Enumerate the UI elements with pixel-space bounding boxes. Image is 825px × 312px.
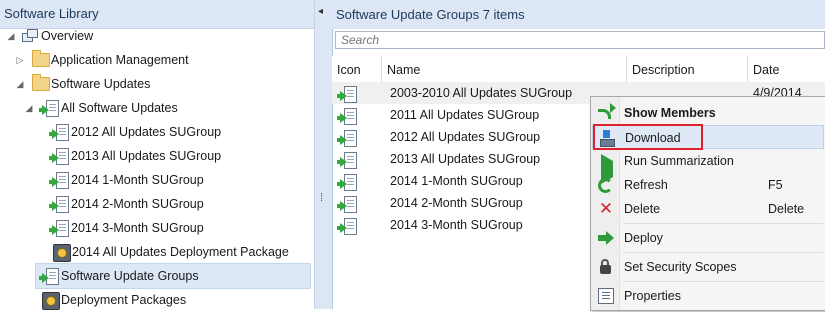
- folder-icon: [32, 74, 50, 91]
- menu-item-label: Deploy: [624, 231, 663, 245]
- menu-item-label: Delete: [624, 202, 661, 216]
- pane-splitter[interactable]: [314, 0, 333, 309]
- tree-item-2014-2-month-sugroup[interactable]: 2014 2-Month SUGroup: [0, 192, 314, 216]
- software-update-group-icon: [337, 218, 357, 235]
- row-name: 2012 All Updates SUGroup: [390, 130, 541, 144]
- menu-item-label: Set Security Scopes: [624, 260, 737, 274]
- menu-item-shortcut: F5: [768, 178, 783, 192]
- tree-item-label: 2014 1-Month SUGroup: [71, 173, 204, 187]
- expand-collapse-icon[interactable]: ◢: [6, 24, 16, 48]
- menu-item-shortcut: Delete: [768, 202, 805, 216]
- tree-item-label: 2014 2-Month SUGroup: [71, 197, 204, 211]
- tree-item-2012-all-updates-sugroup[interactable]: 2012 All Updates SUGroup: [0, 120, 314, 144]
- row-name: 2011 All Updates SUGroup: [390, 108, 540, 122]
- tree-item-deployment-packages[interactable]: Deployment Packages: [0, 288, 314, 312]
- menu-item-set-security-scopes[interactable]: Set Security Scopes: [592, 255, 824, 279]
- menu-separator: [623, 281, 823, 282]
- software-update-group-icon: [49, 172, 69, 189]
- software-update-group-icon: [337, 86, 357, 103]
- software-update-group-icon: [49, 124, 69, 141]
- tree-item-all-software-updates[interactable]: ◢ All Software Updates: [0, 96, 314, 120]
- software-update-group-icon: [337, 196, 357, 213]
- menu-item-run-summarization[interactable]: Run Summarization: [592, 149, 824, 184]
- column-header-name[interactable]: Name: [382, 56, 627, 82]
- software-update-group-icon: [337, 152, 357, 169]
- row-name: 2014 2-Month SUGroup: [390, 196, 523, 210]
- collapse-icon[interactable]: ◢: [24, 96, 34, 120]
- lock-icon: [598, 259, 614, 275]
- software-update-group-icon: [337, 108, 357, 125]
- column-header-date-created[interactable]: Date Created: [748, 56, 825, 105]
- search-input[interactable]: [335, 31, 825, 49]
- menu-separator: [623, 223, 823, 224]
- software-update-group-icon: [39, 268, 59, 285]
- deploy-icon: [598, 230, 614, 246]
- tree-item-label: 2014 All Updates Deployment Package: [72, 245, 289, 259]
- tree-item-label: All Software Updates: [61, 101, 178, 115]
- navigation-title: Software Library: [4, 6, 99, 21]
- software-update-group-icon: [337, 130, 357, 147]
- column-header-icon[interactable]: Icon: [332, 56, 382, 82]
- menu-item-refresh[interactable]: Refresh F5: [592, 173, 824, 197]
- navigation-pane: Software Library ◢ Overview ▷ Applicatio…: [0, 0, 314, 312]
- collapse-pane-icon[interactable]: ◂: [318, 6, 323, 17]
- highlight-annotation-box: [593, 124, 703, 150]
- show-members-icon: [598, 105, 614, 121]
- tree-item-2014-3-month-sugroup[interactable]: 2014 3-Month SUGroup: [0, 216, 314, 240]
- refresh-icon: [598, 178, 613, 193]
- tree-item-2014-1-month-sugroup[interactable]: 2014 1-Month SUGroup: [0, 168, 314, 192]
- menu-item-label: Properties: [624, 289, 681, 303]
- properties-icon: [598, 288, 614, 304]
- tree-item-label: Software Update Groups: [61, 269, 199, 283]
- menu-item-show-members[interactable]: Show Members: [592, 101, 824, 125]
- expand-icon[interactable]: ▷: [15, 48, 25, 72]
- software-update-group-icon: [49, 220, 69, 237]
- grid-header: Icon Name Description Date Created: [332, 56, 825, 105]
- row-name: 2014 3-Month SUGroup: [390, 218, 523, 232]
- menu-item-label: Run Summarization: [624, 154, 734, 168]
- tree-item-software-update-groups[interactable]: Software Update Groups: [35, 263, 311, 289]
- menu-item-label: Refresh: [624, 178, 668, 192]
- menu-separator: [623, 252, 823, 253]
- row-name: 2003-2010 All Updates SUGroup: [390, 86, 573, 100]
- delete-icon: ✕: [598, 199, 614, 218]
- tree-item-label: 2013 All Updates SUGroup: [71, 149, 222, 163]
- tree-item-label: 2012 All Updates SUGroup: [71, 125, 222, 139]
- tree-item-2013-all-updates-sugroup[interactable]: 2013 All Updates SUGroup: [0, 144, 314, 168]
- tree-item-label: Deployment Packages: [61, 293, 187, 307]
- tree-item-label: 2014 3-Month SUGroup: [71, 221, 204, 235]
- deployment-package-icon: [53, 244, 71, 262]
- menu-item-delete[interactable]: ✕ Delete Delete: [592, 197, 824, 221]
- deployment-package-icon: [42, 292, 60, 310]
- overview-icon: [22, 29, 38, 43]
- content-header: Software Update Groups 7 items: [332, 0, 825, 29]
- row-name: 2014 1-Month SUGroup: [390, 174, 523, 188]
- splitter-grip-icon[interactable]: ⁞: [320, 192, 323, 204]
- tree-item-application-management[interactable]: ▷ Application Management: [0, 48, 314, 72]
- folder-icon: [32, 50, 50, 67]
- tree-item-overview[interactable]: ◢ Overview: [0, 24, 314, 48]
- page-title: Software Update Groups 7 items: [336, 7, 525, 22]
- row-name: 2013 All Updates SUGroup: [390, 152, 541, 166]
- collapse-icon[interactable]: ◢: [15, 72, 25, 96]
- software-update-group-icon: [337, 174, 357, 191]
- menu-item-deploy[interactable]: Deploy: [592, 226, 824, 250]
- menu-item-label: Show Members: [624, 106, 716, 120]
- column-header-description[interactable]: Description: [627, 56, 748, 82]
- software-update-group-icon: [49, 196, 69, 213]
- tree-item-2014-all-updates-deployment-package[interactable]: 2014 All Updates Deployment Package: [0, 240, 314, 264]
- tree-item-label: Application Management: [51, 53, 189, 67]
- software-update-icon: [39, 100, 59, 117]
- tree-item-label: Overview: [41, 29, 94, 43]
- software-update-group-icon: [49, 148, 69, 165]
- menu-item-properties[interactable]: Properties: [592, 284, 824, 308]
- tree-item-label: Software Updates: [51, 77, 151, 91]
- tree-item-software-updates[interactable]: ◢ Software Updates: [0, 72, 314, 96]
